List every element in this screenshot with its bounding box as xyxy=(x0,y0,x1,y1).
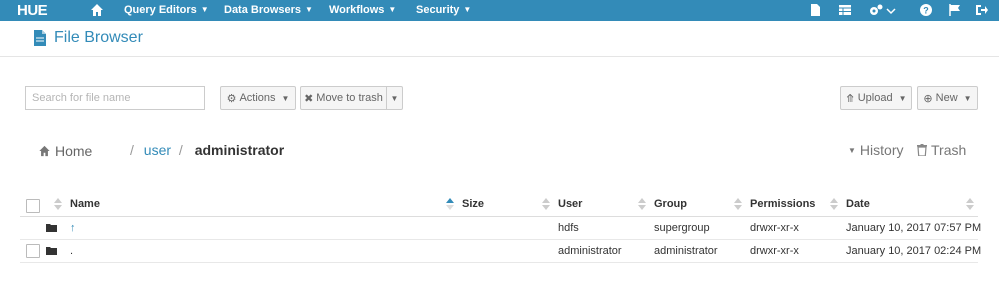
history-link[interactable]: ▼ History xyxy=(848,142,903,158)
move-to-trash-button[interactable]: ✖ Move to trash xyxy=(300,86,387,110)
column-header-name[interactable]: Name xyxy=(70,198,100,210)
trash-link-label: Trash xyxy=(931,142,967,158)
menu-query-editors[interactable]: Query Editors ▼ xyxy=(124,0,209,21)
cogs-icon[interactable] xyxy=(868,3,896,17)
column-header-size[interactable]: Size xyxy=(462,198,484,210)
trash-link[interactable]: Trash xyxy=(917,142,966,158)
sort-icon[interactable] xyxy=(966,198,974,210)
search-input[interactable] xyxy=(25,86,205,110)
column-header-group[interactable]: Group xyxy=(654,198,687,210)
chevron-down-icon: ▼ xyxy=(963,93,972,103)
table-row[interactable]: . administrator administrator drwxr-xr-x… xyxy=(20,240,982,263)
breadcrumb-link-user[interactable]: user xyxy=(144,142,171,158)
svg-text:?: ? xyxy=(923,6,929,16)
file-group: administrator xyxy=(654,245,718,257)
chevron-down-icon: ▼ xyxy=(463,5,472,14)
menu-data-browsers-label: Data Browsers xyxy=(224,4,302,16)
chevron-down-icon: ▼ xyxy=(898,93,907,103)
file-user: administrator xyxy=(558,245,622,257)
sort-icon[interactable] xyxy=(830,198,838,210)
page-title: File Browser xyxy=(54,29,143,46)
sign-out-icon[interactable] xyxy=(975,3,989,17)
home-icon xyxy=(39,145,50,157)
top-navbar: HUE Query Editors ▼ Data Browsers ▼ Workfl… xyxy=(0,0,999,21)
folder-icon xyxy=(46,224,57,232)
row-checkbox[interactable] xyxy=(26,244,40,258)
breadcrumb-current[interactable]: administrator xyxy=(195,142,284,158)
actions-button[interactable]: ⚙ Actions ▼ xyxy=(220,86,296,110)
title-bar: File Browser xyxy=(0,21,999,57)
file-user: hdfs xyxy=(558,222,579,234)
close-icon: ✖ xyxy=(304,92,314,105)
gear-icon: ⚙ xyxy=(226,92,237,105)
table-icon[interactable] xyxy=(838,3,852,17)
sort-icon[interactable] xyxy=(638,198,646,210)
file-name-link[interactable]: ↑ xyxy=(70,222,76,234)
menu-data-browsers[interactable]: Data Browsers ▼ xyxy=(224,0,313,21)
chevron-down-icon: ▼ xyxy=(305,5,313,14)
help-icon[interactable]: ? xyxy=(919,3,933,17)
upload-button-label: Upload xyxy=(857,92,893,104)
table-header: Name Size User Group Permissions Date xyxy=(20,193,978,217)
sort-icon[interactable] xyxy=(54,198,62,210)
new-button-label: New xyxy=(935,92,958,104)
plus-circle-icon: ⊕ xyxy=(923,92,933,105)
breadcrumb-separator: / xyxy=(130,142,134,158)
menu-security[interactable]: Security ▼ xyxy=(416,0,471,21)
chevron-down-icon: ▼ xyxy=(200,5,209,14)
column-header-permissions[interactable]: Permissions xyxy=(750,198,815,210)
menu-workflows[interactable]: Workflows ▼ xyxy=(329,0,396,21)
flag-icon[interactable] xyxy=(948,3,962,17)
chevron-down-icon: ▼ xyxy=(390,93,399,103)
breadcrumb-home[interactable]: Home xyxy=(38,142,92,160)
chevron-down-icon: ▼ xyxy=(388,5,397,14)
breadcrumb: / user / administrator xyxy=(130,142,284,160)
file-date: January 10, 2017 07:57 PM xyxy=(846,222,982,234)
trash-icon xyxy=(917,144,927,156)
document-icon[interactable] xyxy=(808,3,822,17)
chevron-down-icon: ▼ xyxy=(281,93,290,103)
sort-ascending-icon[interactable] xyxy=(446,198,454,210)
table-row[interactable]: ↑ hdfs supergroup drwxr-xr-x January 10,… xyxy=(20,217,982,240)
file-date: January 10, 2017 02:24 PM xyxy=(846,245,982,257)
select-all-checkbox[interactable] xyxy=(26,199,40,213)
file-permissions: drwxr-xr-x xyxy=(750,222,799,234)
caret-down-icon: ▼ xyxy=(848,145,856,155)
file-group: supergroup xyxy=(654,222,710,234)
menu-workflows-label: Workflows xyxy=(329,4,385,16)
actions-button-label: Actions xyxy=(239,92,276,104)
move-to-trash-label: Move to trash xyxy=(316,92,383,104)
file-name-link[interactable]: . xyxy=(70,245,73,257)
breadcrumb-separator: / xyxy=(178,142,183,158)
column-header-user[interactable]: User xyxy=(558,198,582,210)
sort-icon[interactable] xyxy=(734,198,742,210)
breadcrumb-home-label: Home xyxy=(55,143,93,159)
history-link-label: History xyxy=(859,142,904,158)
file-icon xyxy=(34,30,46,46)
sort-icon[interactable] xyxy=(542,198,550,210)
column-header-date[interactable]: Date xyxy=(846,198,870,210)
upload-icon: ⤊ xyxy=(845,92,855,105)
menu-query-editors-label: Query Editors xyxy=(124,4,197,16)
menu-security-label: Security xyxy=(416,4,460,16)
new-button[interactable]: ⊕ New ▼ xyxy=(917,86,978,110)
file-permissions: drwxr-xr-x xyxy=(750,245,799,257)
hue-logo[interactable]: HUE xyxy=(17,2,48,19)
folder-icon xyxy=(46,247,57,255)
upload-button[interactable]: ⤊ Upload ▼ xyxy=(840,86,912,110)
move-to-trash-dropdown[interactable]: ▼ xyxy=(387,86,403,110)
logo-text: HUE xyxy=(17,2,48,19)
home-icon[interactable] xyxy=(90,3,104,17)
